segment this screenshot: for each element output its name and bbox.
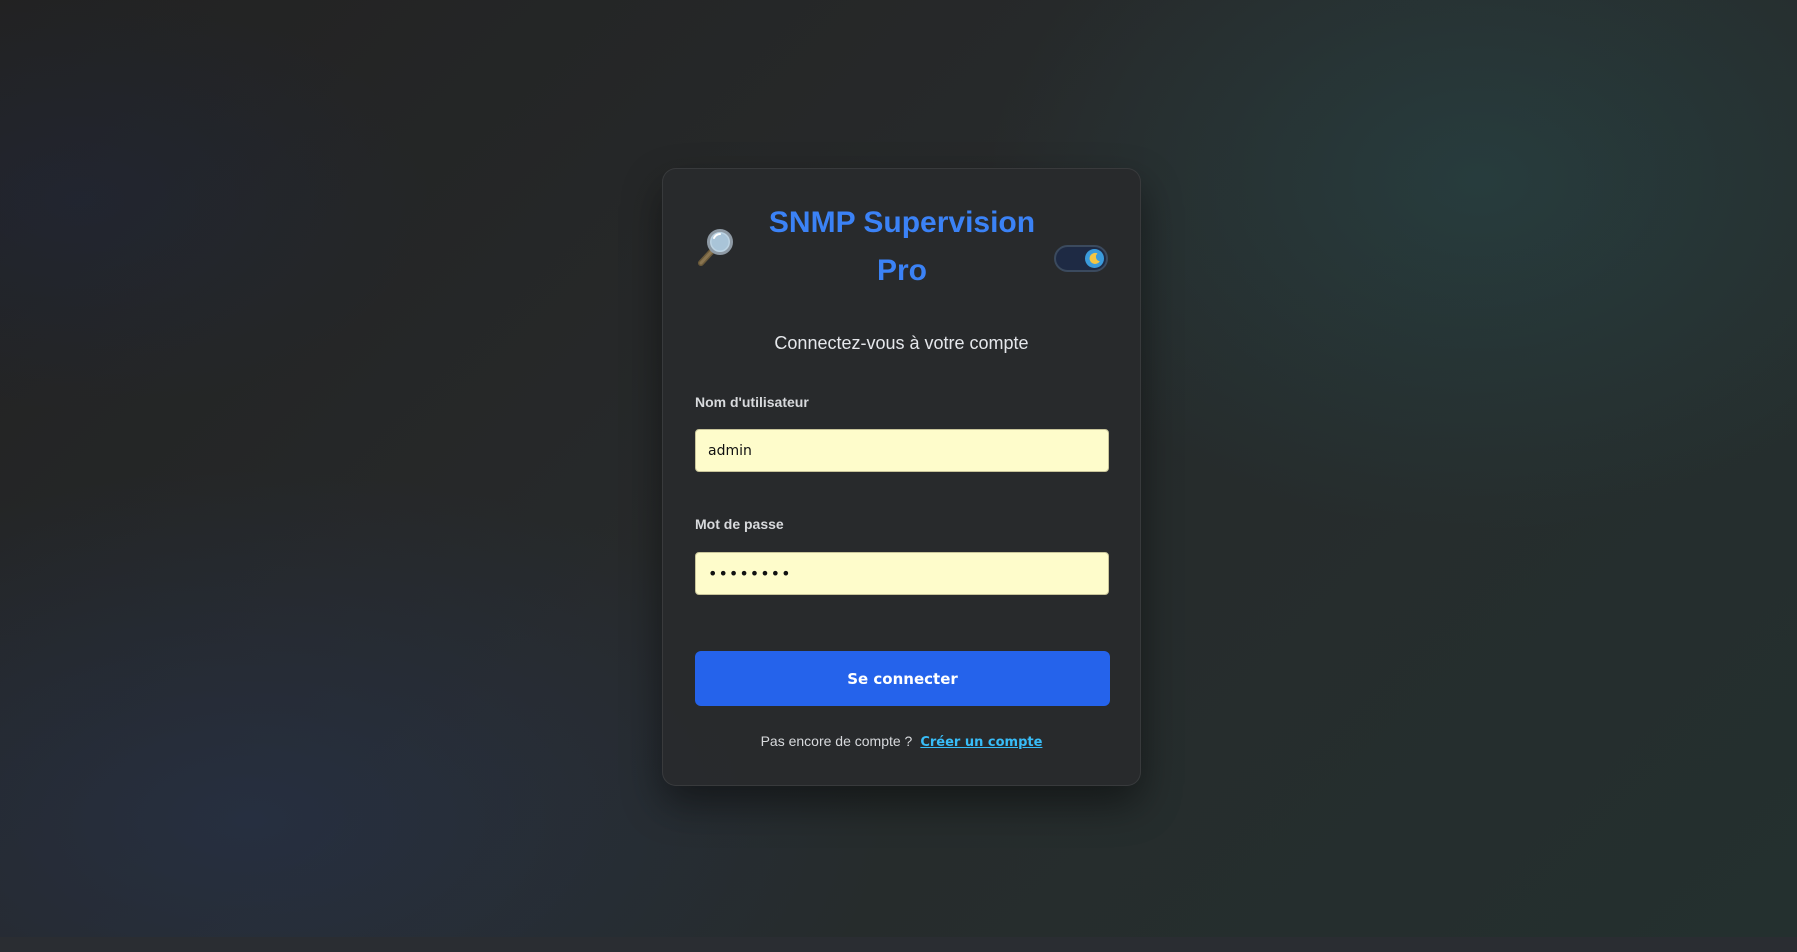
magnifying-glass-icon [693,225,739,271]
moon-icon [1085,249,1104,268]
theme-toggle[interactable] [1054,245,1108,272]
signup-row: Pas encore de compte ? Créer un compte [663,733,1140,750]
password-input[interactable] [695,552,1109,595]
bottom-strip [0,937,1797,952]
username-input[interactable] [695,429,1109,472]
create-account-link[interactable]: Créer un compte [920,735,1042,750]
login-subtitle: Connectez-vous à votre compte [774,333,1029,353]
signup-prompt: Pas encore de compte ? [760,733,913,749]
login-button[interactable]: Se connecter [695,651,1110,706]
app-title: SNMP Supervision Pro [768,206,1036,287]
username-label: Nom d'utilisateur [695,394,809,410]
login-card: SNMP Supervision Pro Connectez-vous à vo… [662,168,1141,786]
password-label: Mot de passe [695,516,784,532]
